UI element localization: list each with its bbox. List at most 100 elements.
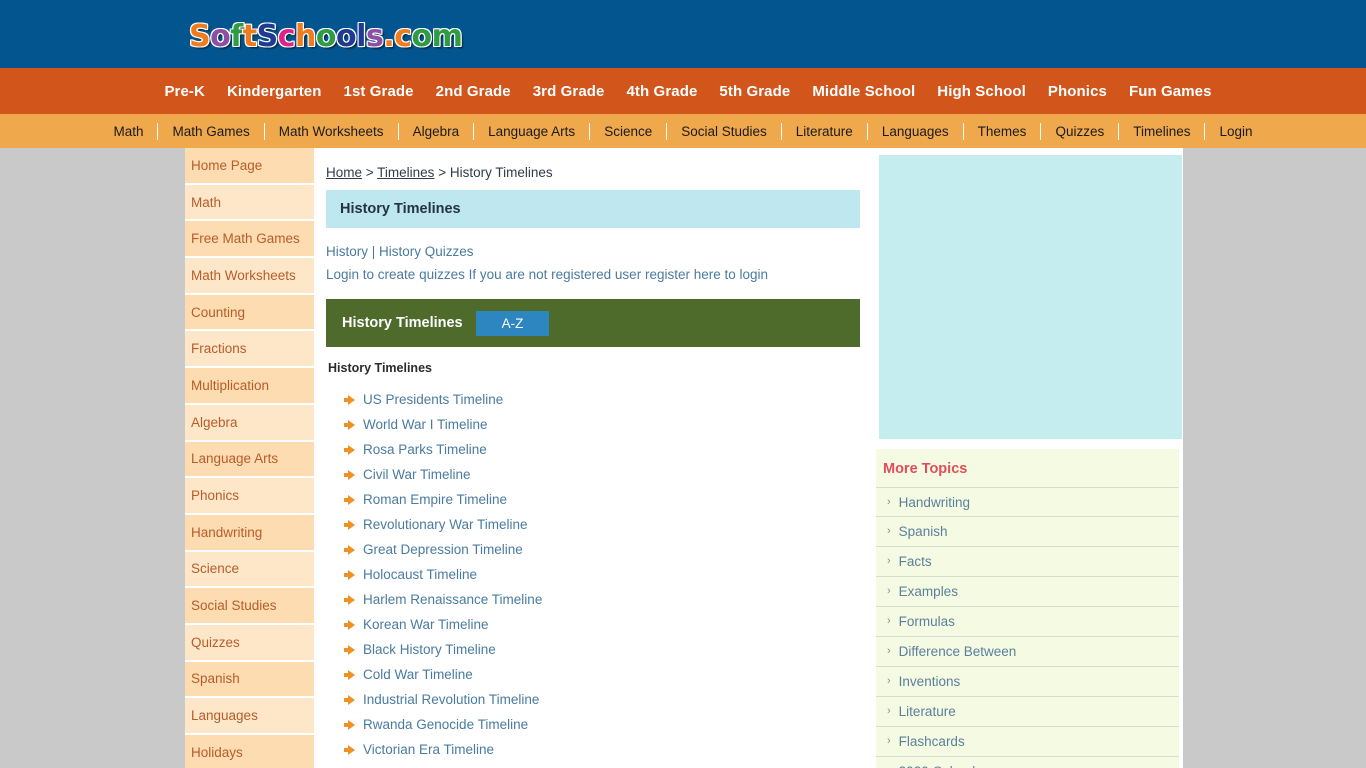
topic-link-literature[interactable]: Literature — [899, 704, 956, 719]
right-sidebar: More Topics › Handwriting › Spanish › Facts › E… — [872, 148, 1183, 768]
timeline-link-revolutionary-war-timeline[interactable]: Revolutionary War Timeline — [363, 517, 528, 532]
subject-nav-item-language-arts[interactable]: Language Arts — [474, 122, 591, 140]
logo-letter: o — [336, 19, 357, 54]
breadcrumb-timelines[interactable]: Timelines — [377, 165, 434, 180]
timeline-link-roman-empire-timeline[interactable]: Roman Empire Timeline — [363, 492, 507, 507]
more-topics-panel: More Topics › Handwriting › Spanish › Facts › E… — [876, 449, 1179, 768]
grade-nav-item-3rd-grade[interactable]: 3rd Grade — [533, 83, 605, 100]
sidebar-item-phonics[interactable]: Phonics — [185, 478, 314, 515]
topic-item[interactable]: ›2020 Calendar — [876, 757, 1179, 768]
sidebar-item-counting[interactable]: Counting — [185, 294, 314, 332]
subject-nav-item-algebra[interactable]: Algebra — [399, 122, 475, 140]
chevron-right-icon: › — [887, 675, 891, 687]
sidebar-item-language-arts[interactable]: Language Arts — [185, 441, 314, 479]
sidebar-item-math-worksheets[interactable]: Math Worksheets — [185, 258, 314, 295]
link-register-here[interactable]: register here to login — [645, 267, 768, 282]
list-item: Revolutionary War Timeline — [326, 512, 860, 537]
grade-nav-item-phonics[interactable]: Phonics — [1048, 83, 1107, 100]
topic-link-examples[interactable]: Examples — [899, 584, 958, 599]
topic-link-difference-between[interactable]: Difference Between — [899, 644, 1017, 659]
grade-nav-item-kindergarten[interactable]: Kindergarten — [227, 83, 322, 100]
topic-item[interactable]: › Flashcards — [876, 727, 1179, 757]
subject-nav-item-languages[interactable]: Languages — [868, 122, 964, 140]
list-item: Korean War Timeline — [326, 612, 860, 637]
subject-nav-item-timelines[interactable]: Timelines — [1119, 122, 1206, 140]
grade-nav-item-pre-k[interactable]: Pre-K — [164, 83, 205, 100]
timeline-link-victorian-era-timeline[interactable]: Victorian Era Timeline — [363, 742, 494, 757]
timeline-link-great-depression-timeline[interactable]: Great Depression Timeline — [363, 542, 523, 557]
site-logo[interactable]: SoftSchools.com — [189, 19, 463, 54]
sidebar-item-home-page[interactable]: Home Page — [185, 148, 314, 185]
sidebar-item-fractions[interactable]: Fractions — [185, 331, 314, 369]
topic-link-formulas[interactable]: Formulas — [899, 614, 955, 629]
subject-nav-item-math[interactable]: Math — [103, 122, 159, 140]
chevron-right-icon: › — [887, 735, 891, 747]
subject-nav-item-math-games[interactable]: Math Games — [158, 122, 265, 140]
topic-link-inventions[interactable]: Inventions — [899, 674, 961, 689]
subject-nav-item-social-studies[interactable]: Social Studies — [667, 122, 782, 140]
grade-nav-item-middle-school[interactable]: Middle School — [812, 83, 915, 100]
grade-nav-item-1st-grade[interactable]: 1st Grade — [344, 83, 414, 100]
arrow-right-icon — [344, 419, 355, 430]
topic-link-facts[interactable]: Facts — [899, 554, 932, 569]
topic-item[interactable]: › Handwriting — [876, 487, 1179, 517]
link-history[interactable]: History — [326, 244, 368, 259]
subject-nav-item-quizzes[interactable]: Quizzes — [1041, 122, 1120, 140]
breadcrumb-separator-1: > — [362, 165, 378, 180]
subject-nav-item-themes[interactable]: Themes — [964, 122, 1042, 140]
topic-link-handwriting[interactable]: Handwriting — [899, 495, 970, 510]
list-item: Civil War Timeline — [326, 462, 860, 487]
link-history-quizzes[interactable]: History Quizzes — [379, 244, 474, 259]
timeline-link-cold-war-timeline[interactable]: Cold War Timeline — [363, 667, 473, 682]
timeline-link-rosa-parks-timeline[interactable]: Rosa Parks Timeline — [363, 442, 487, 457]
sidebar-item-science[interactable]: Science — [185, 551, 314, 589]
sidebar-item-languages[interactable]: Languages — [185, 698, 314, 735]
topic-link-spanish[interactable]: Spanish — [899, 524, 948, 539]
chevron-right-icon: › — [887, 495, 891, 508]
subject-nav-item-math-worksheets[interactable]: Math Worksheets — [265, 122, 399, 140]
logo-letter: S — [189, 19, 211, 54]
grade-nav-item-4th-grade[interactable]: 4th Grade — [626, 83, 697, 100]
topic-item[interactable]: › Facts — [876, 547, 1179, 577]
timeline-link-korean-war-timeline[interactable]: Korean War Timeline — [363, 617, 489, 632]
login-prompt-line: Login to create quizzes If you are not r… — [326, 265, 860, 285]
grade-nav-item-fun-games[interactable]: Fun Games — [1129, 83, 1212, 100]
subject-nav-item-login[interactable]: Login — [1205, 123, 1262, 140]
grade-nav-item-2nd-grade[interactable]: 2nd Grade — [436, 83, 511, 100]
topic-link-2020-calendar[interactable]: 2020 Calendar — [899, 764, 988, 768]
chevron-right-icon: › — [887, 555, 891, 567]
grade-nav-item-5th-grade[interactable]: 5th Grade — [719, 83, 790, 100]
timeline-link-world-war-i-timeline[interactable]: World War I Timeline — [363, 417, 488, 432]
breadcrumb-home[interactable]: Home — [326, 165, 362, 180]
sidebar-item-holidays[interactable]: Holidays — [185, 735, 314, 768]
subject-nav-item-literature[interactable]: Literature — [782, 122, 868, 140]
grade-nav-item-high-school[interactable]: High School — [937, 83, 1026, 100]
timeline-link-industrial-revolution-timeline[interactable]: Industrial Revolution Timeline — [363, 692, 539, 707]
sidebar-item-handwriting[interactable]: Handwriting — [185, 514, 314, 552]
timeline-link-us-presidents-timeline[interactable]: US Presidents Timeline — [363, 392, 503, 407]
topic-item[interactable]: › Inventions — [876, 667, 1179, 697]
sidebar-item-multiplication[interactable]: Multiplication — [185, 368, 314, 405]
timeline-link-harlem-renaissance-timeline[interactable]: Harlem Renaissance Timeline — [363, 592, 542, 607]
topic-item[interactable]: › Examples — [876, 577, 1179, 607]
sidebar-item-math[interactable]: Math — [185, 184, 314, 222]
timeline-link-rwanda-genocide-timeline[interactable]: Rwanda Genocide Timeline — [363, 717, 528, 732]
arrow-right-icon — [344, 694, 355, 705]
a-z-sort-button[interactable]: A-Z — [475, 310, 550, 336]
sidebar-item-algebra[interactable]: Algebra — [185, 404, 314, 442]
sidebar-item-free-math-games[interactable]: Free Math Games — [185, 221, 314, 259]
sidebar-item-quizzes[interactable]: Quizzes — [185, 624, 314, 662]
topic-item[interactable]: › Spanish — [876, 517, 1179, 547]
topic-item[interactable]: › Formulas — [876, 607, 1179, 637]
topic-item[interactable]: › Difference Between — [876, 637, 1179, 667]
sidebar-item-social-studies[interactable]: Social Studies — [185, 588, 314, 625]
topic-item[interactable]: › Literature — [876, 697, 1179, 727]
timeline-link-black-history-timeline[interactable]: Black History Timeline — [363, 642, 496, 657]
topic-link-flashcards[interactable]: Flashcards — [899, 734, 965, 749]
timeline-link-holocaust-timeline[interactable]: Holocaust Timeline — [363, 567, 477, 582]
more-topics-list: › Handwriting › Spanish › Facts › Examples › Form… — [876, 487, 1179, 768]
timeline-link-civil-war-timeline[interactable]: Civil War Timeline — [363, 467, 471, 482]
subject-nav-item-science[interactable]: Science — [590, 122, 668, 140]
link-login-to-create-quizzes[interactable]: Login to create quizzes — [326, 267, 465, 282]
sidebar-item-spanish[interactable]: Spanish — [185, 661, 314, 699]
